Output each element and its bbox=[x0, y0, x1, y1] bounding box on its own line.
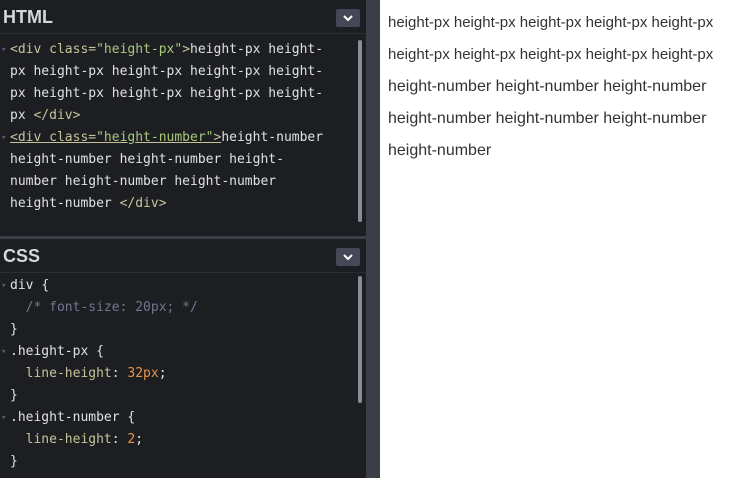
code-token: } bbox=[10, 322, 18, 337]
code-token: px bbox=[10, 108, 34, 123]
code-token: </div> bbox=[33, 108, 81, 123]
code-token: number height-number height-number bbox=[10, 174, 277, 189]
fold-arrow-icon[interactable]: ▾ bbox=[1, 407, 6, 429]
code-token: ; bbox=[158, 366, 167, 381]
code-token: > bbox=[182, 42, 191, 57]
css-pane-header: CSS bbox=[0, 239, 366, 273]
css-editor-pane: CSS ▾ div { /* font-size: 20px; */} ▾ .heig… bbox=[0, 236, 366, 478]
css-code-line: line-height: 2; bbox=[10, 429, 366, 451]
html-code-line: ▾ <div class="height-px">height-px height… bbox=[1, 39, 366, 61]
code-token: "height-number" bbox=[96, 130, 214, 145]
code-token: height-px height- bbox=[190, 42, 324, 57]
code-token: </div> bbox=[119, 196, 167, 211]
html-code-line: ▾ <div class="height-number">height-numbe… bbox=[1, 127, 366, 149]
code-token: : bbox=[111, 366, 128, 381]
html-editor-scrollbar[interactable] bbox=[358, 40, 362, 222]
code-token: .height-px bbox=[10, 344, 97, 359]
css-code-line: } bbox=[10, 451, 366, 473]
html-code-line: px height-px height-px height-px height- bbox=[10, 83, 366, 105]
css-code-line: line-height: 32px; bbox=[10, 363, 366, 385]
css-editor-scrollbar[interactable] bbox=[358, 276, 362, 403]
result-preview: height-px height-px height-px height-px … bbox=[388, 7, 731, 167]
code-token: height-number height-number height- bbox=[10, 152, 284, 167]
chevron-down-icon bbox=[343, 14, 353, 21]
code-token: div bbox=[10, 278, 42, 293]
code-token: 32px bbox=[127, 366, 159, 381]
code-token: <div bbox=[10, 42, 50, 57]
code-token: height-number bbox=[221, 130, 324, 145]
editor-column: HTML ▾ <div class="height-px">height-px h… bbox=[0, 0, 366, 478]
code-token: "height-px" bbox=[96, 42, 183, 57]
code-token: } bbox=[10, 454, 18, 469]
html-pane-title: HTML bbox=[3, 7, 53, 27]
css-code-line: ▾ .height-px { bbox=[1, 341, 366, 363]
css-pane-menu-button[interactable] bbox=[336, 248, 360, 266]
html-code-line: height-number </div> bbox=[10, 193, 366, 215]
fold-arrow-icon[interactable]: ▾ bbox=[1, 127, 6, 149]
html-pane-menu-button[interactable] bbox=[336, 9, 360, 27]
code-token: } bbox=[10, 388, 18, 403]
preview-height-px-block: height-px height-px height-px height-px … bbox=[388, 14, 714, 63]
css-code-editor[interactable]: ▾ div { /* font-size: 20px; */} ▾ .height-p… bbox=[0, 273, 366, 473]
preview-height-number-block: height-number height-number height-numbe… bbox=[388, 78, 707, 159]
code-token: line-height bbox=[10, 432, 112, 447]
code-token: height-number bbox=[10, 196, 120, 211]
html-code-editor[interactable]: ▾ <div class="height-px">height-px height… bbox=[0, 34, 366, 215]
css-pane-title: CSS bbox=[3, 246, 41, 266]
html-code-line: px </div> bbox=[10, 105, 366, 127]
code-token: class= bbox=[49, 42, 97, 57]
code-token: line-height bbox=[10, 366, 112, 381]
code-token: /* font-size: 20px; */ bbox=[10, 300, 198, 315]
css-code-line: } bbox=[10, 319, 366, 341]
resize-divider[interactable] bbox=[366, 0, 380, 478]
code-token: px height-px height-px height-px height- bbox=[10, 64, 324, 79]
fold-arrow-icon[interactable]: ▾ bbox=[1, 275, 6, 297]
html-code-line: number height-number height-number bbox=[10, 171, 366, 193]
code-token: { bbox=[96, 344, 104, 359]
css-code-line: ▾ .height-number { bbox=[1, 407, 366, 429]
css-code-line: /* font-size: 20px; */ bbox=[10, 297, 366, 319]
code-token: : bbox=[111, 432, 128, 447]
css-code-line: ▾ div { bbox=[1, 275, 366, 297]
html-code-line: height-number height-number height- bbox=[10, 149, 366, 171]
code-token: { bbox=[41, 278, 50, 293]
chevron-down-icon bbox=[343, 253, 353, 260]
code-token: <div class= bbox=[10, 130, 97, 145]
fold-arrow-icon[interactable]: ▾ bbox=[1, 39, 6, 61]
css-code-line: } bbox=[10, 385, 366, 407]
html-code-line: px height-px height-px height-px height- bbox=[10, 61, 366, 83]
code-token: .height-number bbox=[10, 410, 128, 425]
code-token: ; bbox=[135, 432, 144, 447]
html-pane-header: HTML bbox=[0, 0, 366, 34]
fold-arrow-icon[interactable]: ▾ bbox=[1, 341, 6, 363]
code-token: px height-px height-px height-px height- bbox=[10, 86, 324, 101]
html-editor-pane: HTML ▾ <div class="height-px">height-px h… bbox=[0, 0, 366, 234]
code-token: { bbox=[127, 410, 136, 425]
